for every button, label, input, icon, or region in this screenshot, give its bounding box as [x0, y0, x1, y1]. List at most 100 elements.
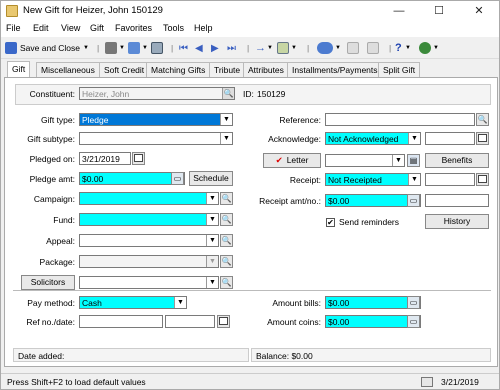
close-button[interactable]: ✕	[459, 1, 499, 21]
ref-date-field[interactable]	[165, 315, 215, 328]
chevron-down-icon[interactable]: ▼	[220, 133, 232, 144]
chevron-down-icon[interactable]: ▼	[206, 235, 218, 246]
binoculars-icon[interactable]: 🔍	[222, 88, 234, 99]
schedule-button[interactable]: Schedule	[189, 171, 233, 186]
help-dropdown-icon[interactable]: ▼	[405, 40, 411, 56]
search-icon[interactable]: 🔍	[476, 113, 489, 126]
gift-subtype-select[interactable]: ▼	[79, 132, 233, 145]
go-to-dropdown-icon[interactable]: ▼	[267, 40, 273, 56]
tab-matching-gifts[interactable]: Matching Gifts	[146, 62, 211, 77]
chevron-down-icon[interactable]: ▼	[206, 277, 218, 288]
calendar-glyph	[478, 175, 487, 183]
calendar-icon[interactable]	[132, 152, 145, 165]
solicitors-button[interactable]: Solicitors	[21, 275, 75, 290]
chevron-down-icon[interactable]: ▼	[206, 193, 218, 204]
calculator-icon[interactable]: ▭	[407, 194, 420, 207]
calculator-icon[interactable]: ▭	[171, 172, 184, 185]
chevron-down-icon[interactable]: ▼	[206, 214, 218, 225]
letter-button[interactable]: ✔ Letter	[263, 153, 321, 168]
properties-icon[interactable]	[151, 42, 163, 54]
reference-field[interactable]	[325, 113, 475, 126]
wizard-icon[interactable]	[419, 42, 431, 54]
campaign-label: Campaign:	[33, 194, 75, 204]
tab-installments-payments[interactable]: Installments/Payments	[287, 62, 383, 77]
menu-edit[interactable]: Edit	[33, 23, 49, 33]
pledge-amt-field[interactable]: $0.00	[79, 172, 185, 185]
copy-icon[interactable]	[128, 42, 140, 54]
package-label: Package:	[39, 257, 75, 267]
minimize-button[interactable]: —	[379, 1, 419, 21]
menu-favorites[interactable]: Favorites	[115, 23, 152, 33]
actions-dropdown-icon[interactable]: ▼	[291, 40, 297, 56]
benefits-button[interactable]: Benefits	[425, 153, 489, 168]
menu-help[interactable]: Help	[194, 23, 213, 33]
menu-tools[interactable]: Tools	[163, 23, 184, 33]
chevron-down-icon[interactable]: ▼	[220, 114, 232, 125]
receipt-date-field[interactable]	[425, 173, 475, 186]
solicitors-select[interactable]: ▼	[79, 276, 219, 289]
save-and-close-button[interactable]: Save and Close ▼	[5, 40, 89, 56]
receipt-no-field[interactable]	[425, 194, 489, 207]
campaign-select[interactable]: ▼	[79, 192, 219, 205]
link-dropdown-icon[interactable]: ▼	[335, 40, 341, 56]
previous-record-icon[interactable]: ◀	[195, 40, 203, 56]
last-record-icon[interactable]: ⏭	[227, 40, 236, 56]
link-icon[interactable]	[317, 42, 333, 54]
tab-attributes[interactable]: Attributes	[243, 62, 289, 77]
gift-type-select[interactable]: Pledge ▼	[79, 113, 233, 126]
chevron-down-icon[interactable]: ▼	[206, 256, 218, 267]
chevron-down-icon[interactable]: ▼	[408, 133, 420, 144]
calendar-glyph	[478, 134, 487, 142]
menu-gift[interactable]: Gift	[90, 23, 104, 33]
gift-window: New Gift for Heizer, John 150129 — ☐ ✕ F…	[0, 0, 500, 390]
tab-soft-credit[interactable]: Soft Credit	[99, 62, 150, 77]
pay-method-select[interactable]: Cash ▼	[79, 296, 187, 309]
chevron-down-icon[interactable]: ▼	[392, 155, 404, 166]
calendar-icon[interactable]	[217, 315, 230, 328]
tab-strip: Gift Miscellaneous Soft Credit Matching …	[1, 61, 499, 77]
maximize-button[interactable]: ☐	[419, 1, 459, 21]
binoculars-icon[interactable]: 🔍	[220, 213, 233, 226]
first-record-icon[interactable]: ⏮	[179, 40, 188, 56]
ref-date-label: Ref no./date:	[26, 317, 75, 327]
tab-tribute[interactable]: Tribute	[209, 62, 246, 77]
pledged-on-field[interactable]: 3/21/2019	[79, 152, 131, 165]
fund-select[interactable]: ▼	[79, 213, 219, 226]
send-reminders-checkbox[interactable]: ✔	[326, 218, 335, 227]
acknowledge-date-field[interactable]	[425, 132, 475, 145]
chevron-down-icon[interactable]: ▼	[408, 174, 420, 185]
go-to-icon[interactable]: →	[255, 40, 266, 56]
tab-split-gift[interactable]: Split Gift	[378, 62, 421, 77]
binoculars-icon[interactable]: 🔍	[220, 255, 233, 268]
ref-no-field[interactable]	[79, 315, 163, 328]
save-and-close-label: Save and Close	[20, 43, 81, 53]
receipt-select[interactable]: Not Receipted ▼	[325, 173, 421, 186]
history-button[interactable]: History	[425, 214, 489, 229]
print-icon[interactable]	[105, 42, 117, 54]
chevron-down-icon[interactable]: ▼	[174, 297, 186, 308]
package-select[interactable]: ▼	[79, 255, 219, 268]
next-record-icon[interactable]: ▶	[211, 40, 219, 56]
tab-gift[interactable]: Gift	[7, 61, 31, 77]
binoculars-icon[interactable]: 🔍	[220, 234, 233, 247]
wizard-dropdown-icon[interactable]: ▼	[433, 40, 439, 56]
tab-miscellaneous[interactable]: Miscellaneous	[36, 62, 100, 77]
menu-view[interactable]: View	[61, 23, 80, 33]
actions-icon[interactable]	[277, 42, 289, 54]
appeal-select[interactable]: ▼	[79, 234, 219, 247]
calendar-icon[interactable]	[476, 173, 489, 186]
binoculars-icon[interactable]: 🔍	[220, 192, 233, 205]
copy-dropdown-icon[interactable]: ▼	[142, 40, 148, 56]
menu-file[interactable]: File	[6, 23, 21, 33]
pay-method-label: Pay method:	[27, 298, 75, 308]
letter-select[interactable]: ▼	[325, 154, 405, 167]
print-dropdown-icon[interactable]: ▼	[119, 40, 125, 56]
constituent-field[interactable]: Heizer, John 🔍	[79, 87, 235, 100]
calculator-icon[interactable]: ▭	[407, 315, 420, 328]
binoculars-icon[interactable]: 🔍	[220, 276, 233, 289]
acknowledge-select[interactable]: Not Acknowledged ▼	[325, 132, 421, 145]
calculator-icon[interactable]: ▭	[407, 296, 420, 309]
edit-letter-icon[interactable]: ▤	[407, 154, 420, 167]
help-icon[interactable]: ?	[395, 40, 402, 56]
calendar-icon[interactable]	[476, 132, 489, 145]
